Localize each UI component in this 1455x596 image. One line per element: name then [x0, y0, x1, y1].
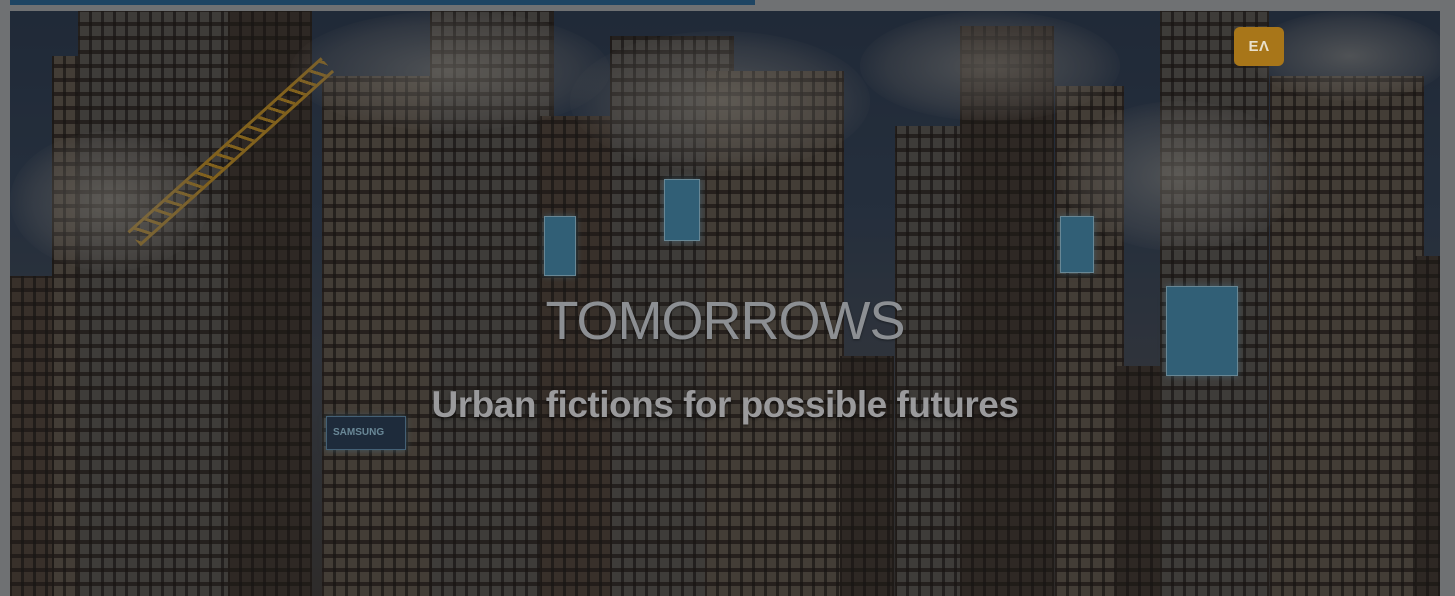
- hero-banner: SAMSUNG EΛ TOMORROWS Urban fictions for …: [10, 11, 1440, 596]
- hero-title: TOMORROWS: [545, 291, 906, 351]
- language-switch-button[interactable]: EΛ: [1234, 27, 1284, 66]
- hero-subtitle: Urban fictions for possible futures: [431, 384, 1019, 425]
- top-progress-strip: [10, 0, 755, 5]
